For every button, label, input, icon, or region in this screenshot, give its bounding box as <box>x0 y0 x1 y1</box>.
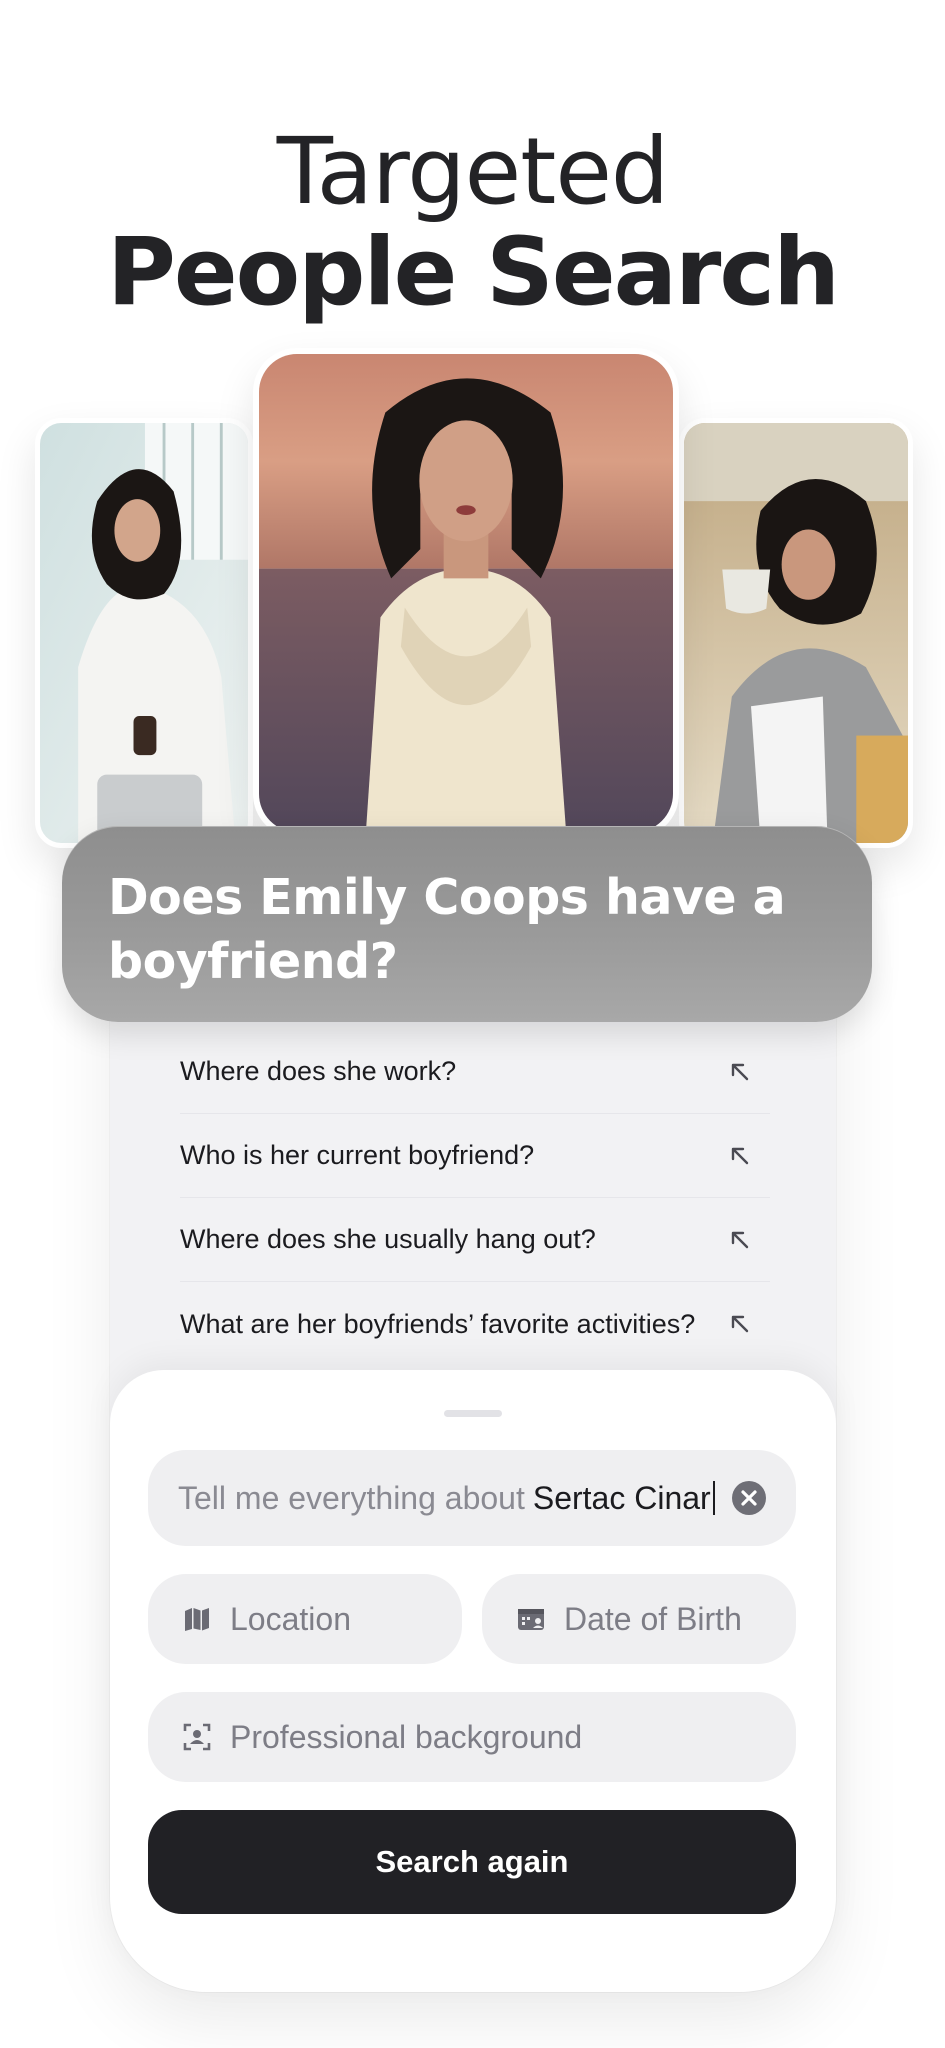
suggestion-label: Where does she usually hang out? <box>180 1224 596 1254</box>
map-icon <box>182 1604 212 1634</box>
clear-icon[interactable] <box>732 1481 766 1515</box>
professional-background-field[interactable]: Professional background <box>148 1692 796 1782</box>
suggestion-label: What are her boyfriends’ favorite activi… <box>180 1308 696 1339</box>
suggestion-item[interactable]: Who is her current boyfriend? <box>180 1114 770 1198</box>
sheet-handle[interactable] <box>444 1410 502 1417</box>
photo-center <box>253 348 679 838</box>
arrow-up-left-icon <box>728 1144 752 1168</box>
location-label: Location <box>230 1600 351 1637</box>
arrow-up-left-icon <box>728 1228 752 1252</box>
arrow-up-left-icon <box>728 1312 752 1336</box>
suggestion-item[interactable]: Where does she usually hang out? <box>180 1198 770 1282</box>
person-viewfinder-icon <box>182 1722 212 1752</box>
text-caret <box>712 1481 715 1515</box>
search-sheet: Tell me everything about Sertac Cinar Lo… <box>110 1370 836 1992</box>
question-text: Does Emily Coops have a boyfriend? <box>108 869 786 990</box>
photo-right <box>679 418 913 848</box>
suggestion-item[interactable]: Where does she work? <box>180 1030 770 1114</box>
suggestion-item[interactable]: What are her boyfriends’ favorite activi… <box>180 1282 770 1366</box>
search-input[interactable]: Tell me everything about Sertac Cinar <box>148 1450 796 1546</box>
calendar-person-icon <box>516 1604 546 1634</box>
photo-left <box>35 418 253 848</box>
search-prefix: Tell me everything about <box>178 1479 525 1516</box>
search-again-button[interactable]: Search again <box>148 1810 796 1914</box>
suggestion-label: Where does she work? <box>180 1056 457 1086</box>
headline-line-1: Targeted <box>276 118 670 225</box>
date-of-birth-label: Date of Birth <box>564 1600 742 1637</box>
arrow-up-left-icon <box>728 1060 752 1084</box>
question-bubble: Does Emily Coops have a boyfriend? <box>62 826 872 1022</box>
location-field[interactable]: Location <box>148 1574 462 1664</box>
professional-background-label: Professional background <box>230 1718 583 1755</box>
search-value: Sertac Cinar <box>532 1479 711 1516</box>
suggestion-list: Where does she work? Who is her current … <box>180 1030 770 1366</box>
suggestion-label: Who is her current boyfriend? <box>180 1140 535 1170</box>
headline-line-2: People Search <box>106 218 840 327</box>
date-of-birth-field[interactable]: Date of Birth <box>482 1574 796 1664</box>
